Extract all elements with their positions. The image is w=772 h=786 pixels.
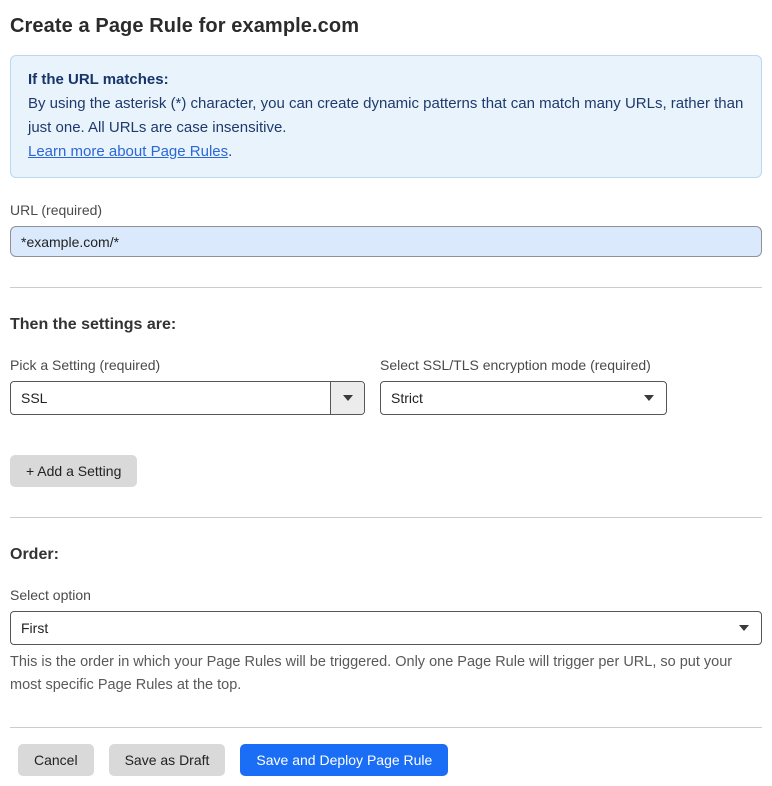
url-match-info-box: If the URL matches: By using the asteris… [10, 55, 762, 178]
page-title: Create a Page Rule for example.com [10, 15, 360, 37]
setting-picker-select[interactable]: SSL [10, 381, 365, 415]
info-box-body-text: By using the asterisk (*) character, you… [28, 95, 744, 136]
cancel-button[interactable]: Cancel [18, 744, 94, 776]
ssl-mode-select[interactable]: Strict [380, 381, 667, 415]
chevron-down-icon [342, 395, 353, 401]
save-and-deploy-button[interactable]: Save and Deploy Page Rule [240, 744, 449, 776]
settings-row: Pick a Setting (required) SSL Select SSL… [10, 357, 762, 415]
order-select-group: Select option First [10, 587, 762, 645]
footer-actions: Cancel Save as Draft Save and Deploy Pag… [18, 744, 762, 776]
url-field-label: URL (required) [10, 202, 103, 218]
ssl-mode-picker-group: Select SSL/TLS encryption mode (required… [380, 357, 667, 415]
learn-more-link[interactable]: Learn more about Page Rules [28, 143, 228, 160]
setting-picker-value: SSL [21, 390, 48, 406]
url-input[interactable] [10, 226, 762, 257]
setting-picker-caret-button[interactable] [330, 382, 364, 414]
order-help-text: This is the order in which your Page Rul… [10, 654, 733, 693]
ssl-mode-picker-label: Select SSL/TLS encryption mode (required… [380, 357, 651, 373]
info-box-heading: If the URL matches: [28, 71, 169, 88]
ssl-mode-value: Strict [391, 390, 423, 406]
order-select[interactable]: First [10, 611, 762, 645]
add-setting-button[interactable]: + Add a Setting [10, 455, 138, 487]
order-select-value: First [21, 620, 49, 636]
setting-picker-group: Pick a Setting (required) SSL [10, 357, 365, 415]
save-as-draft-button[interactable]: Save as Draft [108, 744, 226, 776]
setting-picker-label: Pick a Setting (required) [10, 357, 161, 373]
link-period: . [228, 143, 233, 160]
settings-section-heading: Then the settings are: [10, 316, 177, 333]
divider-order-footer [10, 727, 762, 728]
order-section-heading: Order: [10, 546, 59, 563]
order-select-label: Select option [10, 587, 91, 603]
divider-settings-order [10, 517, 762, 518]
chevron-down-icon [644, 395, 654, 401]
divider-url-settings [10, 287, 762, 288]
info-box-body: By using the asterisk (*) character, you… [28, 92, 744, 164]
chevron-down-icon [739, 625, 749, 631]
order-select-wrap: Select option First [10, 587, 762, 645]
